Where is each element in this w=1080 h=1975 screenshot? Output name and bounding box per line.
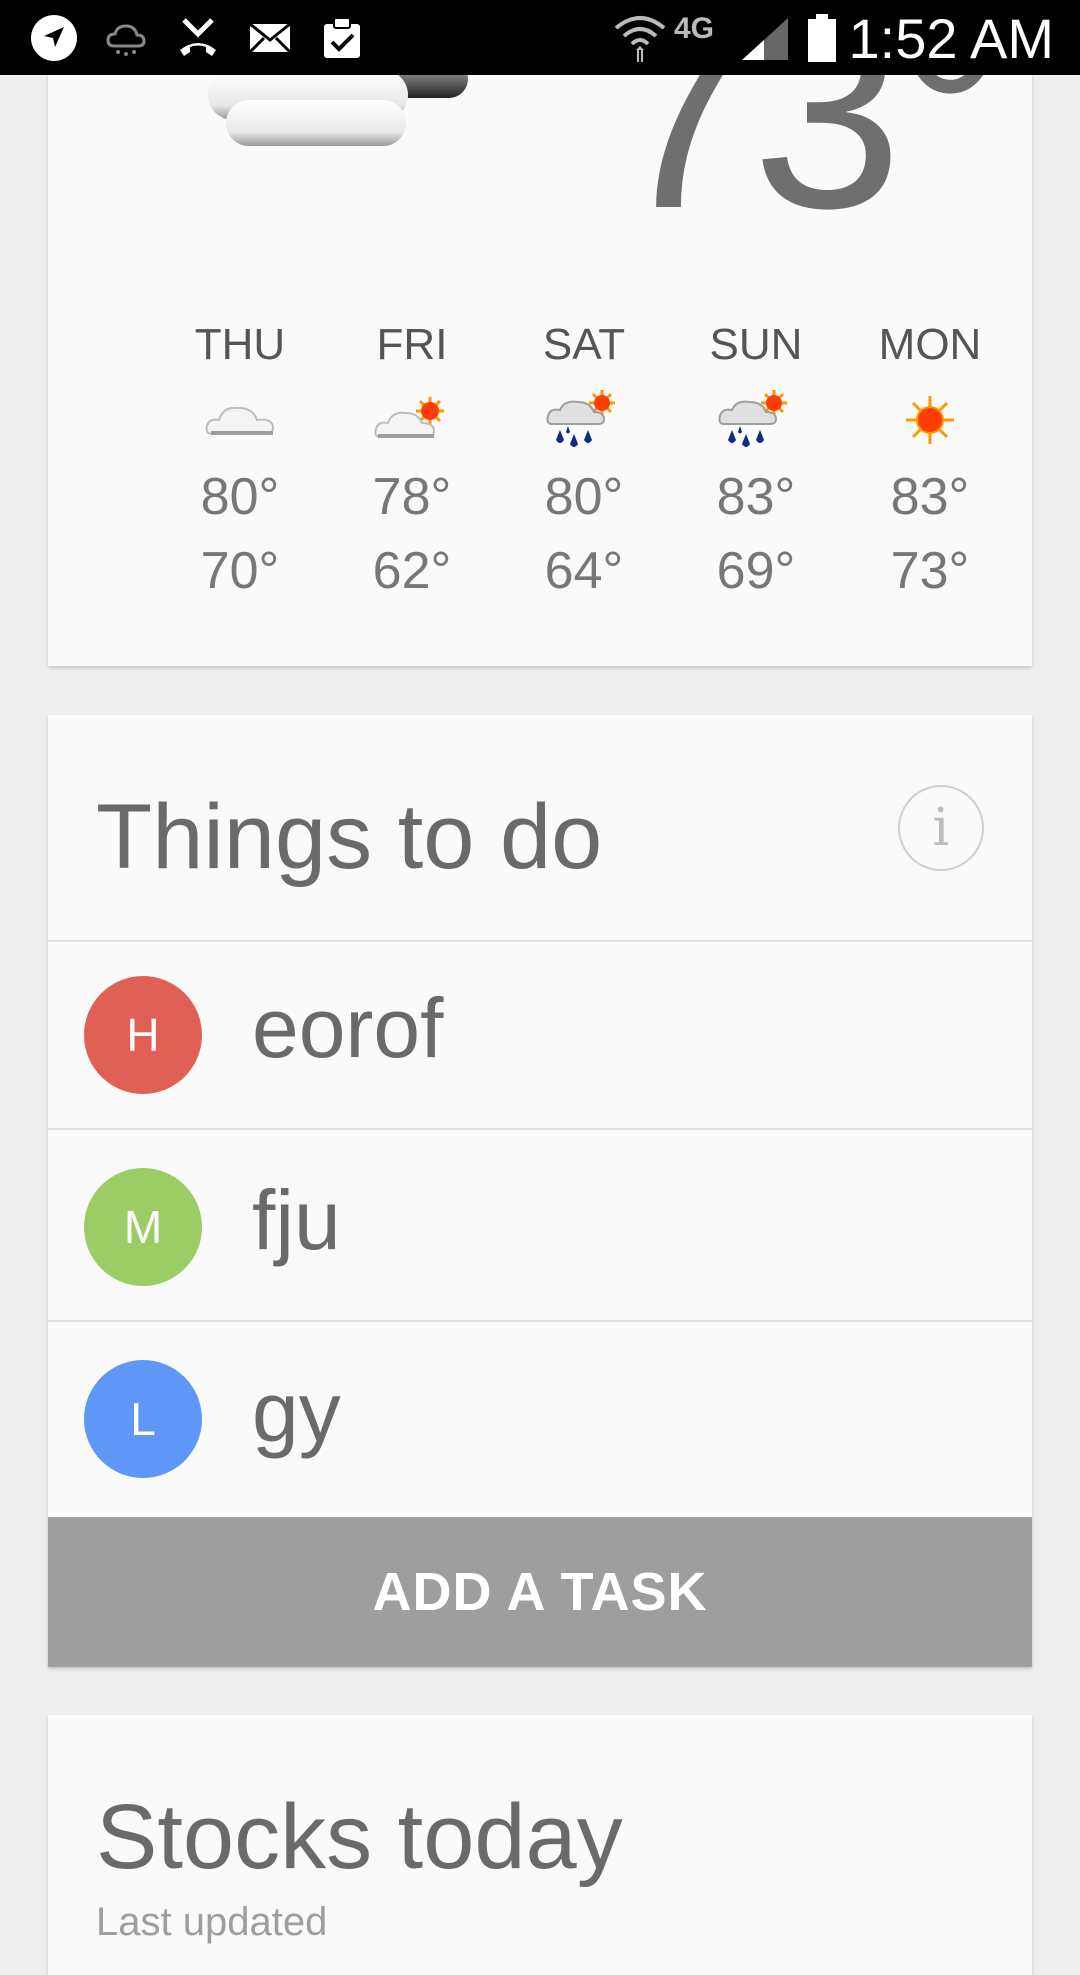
battery-icon [808, 14, 836, 62]
forecast-day[interactable]: SUN 83° 69° [676, 320, 836, 608]
forecast-day-name: THU [194, 320, 286, 369]
forecast-low: 64° [544, 542, 624, 600]
rain-sun-icon [718, 390, 787, 447]
forecast-day-name: SUN [709, 320, 803, 369]
clock: 1:52 AM [848, 7, 1054, 70]
task-text: gy [252, 1365, 341, 1459]
forecast-high: 80° [544, 468, 624, 526]
forecast-high: 78° [372, 468, 452, 526]
task-row[interactable]: H eorof [48, 940, 1032, 1130]
cloud-icon [205, 406, 275, 435]
stocks-card[interactable]: Stocks today Last updated [48, 1715, 1032, 1975]
partly-sunny-icon [374, 397, 444, 438]
avatar: L [84, 1360, 202, 1478]
task-text: fju [252, 1173, 341, 1267]
forecast-day[interactable]: THU 80° 70° [160, 320, 320, 608]
task-text: eorof [252, 981, 444, 1075]
forecast-day[interactable]: SAT 80° 64° [504, 320, 664, 608]
navigation-icon [31, 15, 77, 61]
forecast-high: 83° [890, 468, 970, 526]
wifi-icon [614, 16, 666, 62]
avatar: M [84, 1168, 202, 1286]
rain-sun-icon [546, 390, 615, 447]
forecast-day-name: SAT [542, 320, 626, 369]
mail-icon [248, 22, 292, 54]
forecast-low: 70° [200, 542, 280, 600]
forecast-day-name: FRI [376, 320, 448, 369]
todo-title: Things to do [96, 786, 603, 888]
add-task-button[interactable]: ADD A TASK [48, 1517, 1032, 1667]
forecast-low: 69° [716, 542, 796, 600]
cloudy-icon [208, 60, 468, 146]
cloud-icon [106, 24, 146, 56]
forecast-low: 73° [890, 542, 970, 600]
weather-card[interactable]: 73° THU 80° 70° FRI 78° 62° SAT 80° 64° … [48, 0, 1032, 666]
todo-card: Things to do i H eorof M fju L gy ADD A … [48, 715, 1032, 1667]
network-type: 4G [674, 12, 715, 45]
forecast-day-name: MON [878, 320, 982, 369]
avatar: H [84, 976, 202, 1094]
forecast-day[interactable]: MON 83° 73° [850, 320, 1010, 608]
status-bar: 4G 1:52 AM [0, 0, 1080, 75]
forecast-high: 80° [200, 468, 280, 526]
forecast-low: 62° [372, 542, 452, 600]
forecast-row: THU 80° 70° FRI 78° 62° SAT 80° 64° SUN … [48, 320, 1032, 640]
todo-header: Things to do i [48, 715, 1032, 942]
sun-icon [906, 396, 954, 444]
forecast-day[interactable]: FRI 78° 62° [332, 320, 492, 608]
signal-icon [742, 18, 788, 60]
stocks-subtitle: Last updated [96, 1900, 328, 1944]
info-button[interactable]: i [898, 785, 984, 871]
clipboard-check-icon [324, 17, 360, 58]
task-row[interactable]: M fju [48, 1132, 1032, 1322]
missed-call-icon [180, 18, 216, 56]
forecast-high: 83° [716, 468, 796, 526]
stocks-title: Stocks today [96, 1786, 623, 1888]
task-row[interactable]: L gy [48, 1324, 1032, 1514]
